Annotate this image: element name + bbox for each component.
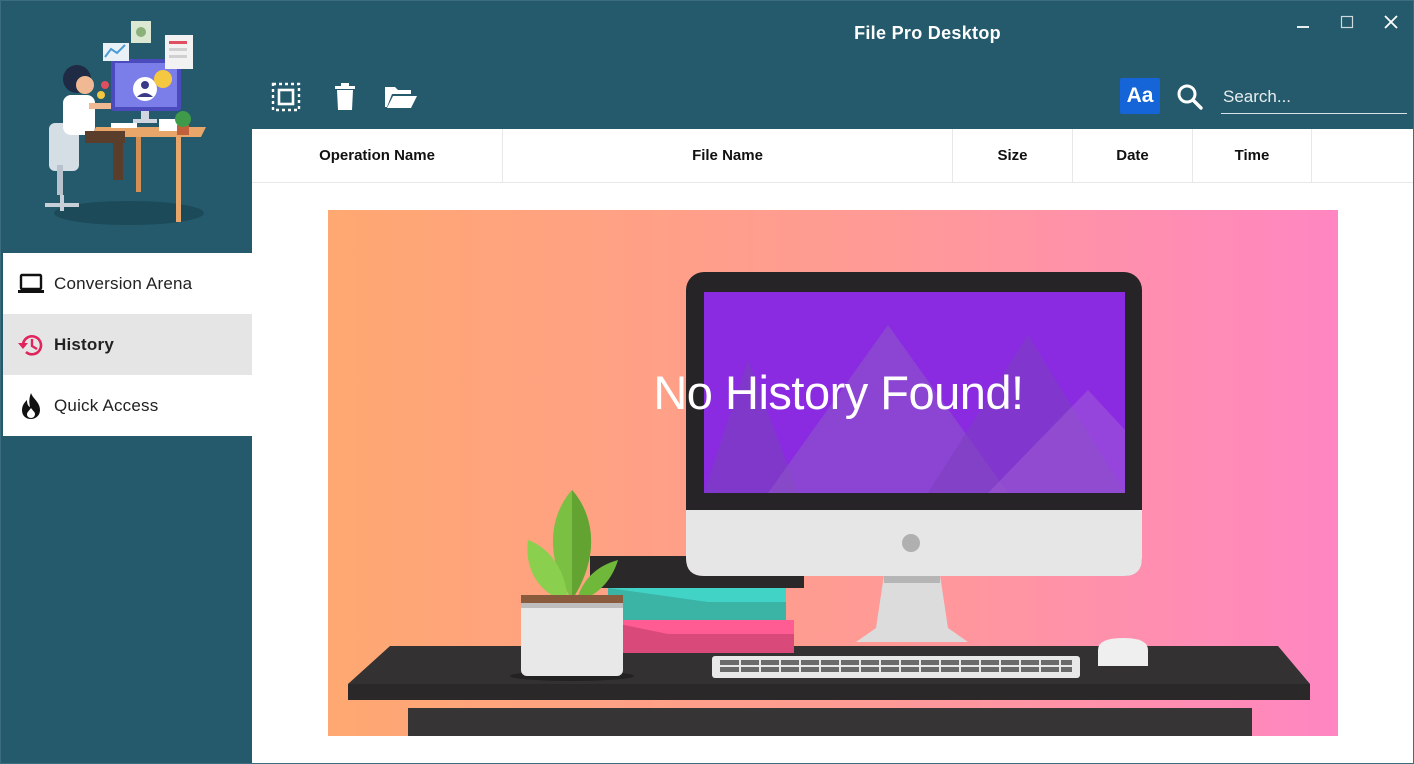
toolbar: Aa	[252, 63, 1413, 129]
maximize-icon	[1340, 15, 1354, 29]
search-icon[interactable]	[1174, 81, 1206, 113]
table-header: Operation Name File Name Size Date Time	[252, 129, 1413, 183]
select-all-icon	[271, 82, 301, 112]
app-window: Conversion Arena History Quick Access Fi…	[0, 0, 1414, 764]
column-header-file-name[interactable]: File Name	[503, 129, 953, 182]
app-title: File Pro Desktop	[854, 23, 1001, 43]
history-icon	[17, 331, 45, 359]
flame-icon	[17, 392, 45, 420]
minimize-button[interactable]	[1288, 9, 1318, 35]
sidebar-nav: Conversion Arena History Quick Access	[3, 253, 252, 436]
column-header-time[interactable]: Time	[1193, 129, 1312, 182]
column-header-operation-name[interactable]: Operation Name	[252, 129, 503, 182]
search-input[interactable]	[1221, 81, 1407, 114]
sidebar-item-quick-access[interactable]: Quick Access	[3, 375, 252, 436]
delete-button[interactable]	[325, 79, 365, 115]
laptop-icon	[17, 270, 45, 298]
minimize-icon	[1297, 26, 1309, 28]
open-folder-button[interactable]	[381, 79, 421, 115]
close-button[interactable]	[1376, 9, 1406, 35]
column-header-date[interactable]: Date	[1073, 129, 1193, 182]
sidebar: Conversion Arena History Quick Access	[1, 1, 252, 763]
sidebar-item-conversion-arena[interactable]: Conversion Arena	[3, 253, 252, 314]
sidebar-item-label: Conversion Arena	[54, 273, 193, 293]
trash-icon	[335, 83, 355, 110]
font-size-button[interactable]: Aa	[1120, 78, 1160, 114]
folder-open-icon	[385, 87, 417, 108]
close-icon	[1384, 15, 1398, 29]
sidebar-item-label: History	[54, 334, 114, 354]
empty-state-message: No History Found!	[653, 366, 1024, 419]
workspace-illustration	[45, 21, 206, 225]
column-header-size[interactable]: Size	[953, 129, 1073, 182]
sidebar-item-history[interactable]: History	[3, 314, 252, 375]
select-all-button[interactable]	[266, 79, 306, 115]
sidebar-item-label: Quick Access	[54, 395, 159, 415]
history-panel: Operation Name File Name Size Date Time	[252, 129, 1413, 763]
maximize-button[interactable]	[1332, 9, 1362, 35]
title-bar: File Pro Desktop	[252, 1, 1413, 63]
